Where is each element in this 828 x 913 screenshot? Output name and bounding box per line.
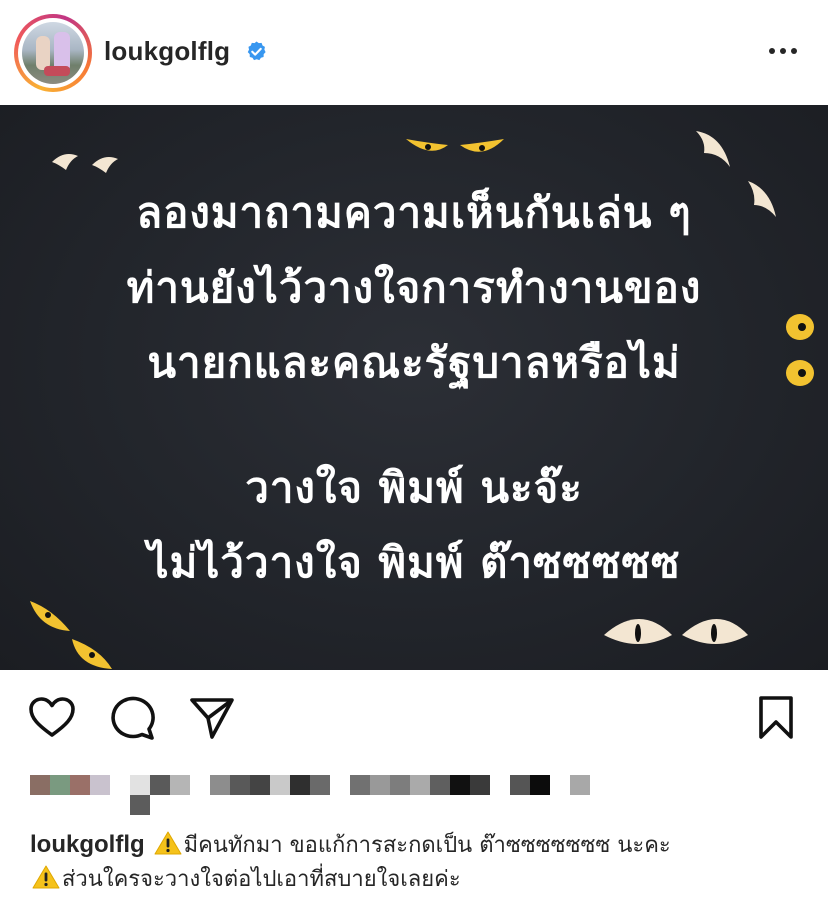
- post-text-line: นายกและคณะรัฐบาลหรือไม่: [147, 338, 681, 387]
- post-header: loukgolflg: [0, 0, 828, 105]
- liked-by-censored[interactable]: [30, 775, 630, 817]
- heart-icon[interactable]: [28, 695, 76, 741]
- caption-username[interactable]: loukgolflg: [30, 831, 145, 858]
- comment-bubble-icon[interactable]: [108, 695, 156, 741]
- caption-text-line1: มีคนทักมา ขอแก้การสะกดเป็น ต๊าซซซซซซซ นะ…: [183, 833, 671, 858]
- verified-badge-icon: [247, 41, 266, 61]
- avatar[interactable]: [22, 22, 84, 84]
- paper-plane-icon[interactable]: [188, 695, 236, 741]
- more-horizontal-icon[interactable]: [766, 38, 800, 64]
- warning-icon: [32, 865, 60, 889]
- caption-text-line2: ส่วนใครจะวางใจต่อไปเอาที่สบายใจเลยค่ะ: [62, 867, 461, 892]
- post-text-line: ท่านยังไว้วางใจการทำงานของ: [126, 263, 702, 312]
- post-username[interactable]: loukgolflg: [104, 36, 230, 67]
- story-ring[interactable]: [14, 14, 92, 92]
- post-image[interactable]: ลองมาถามความเห็นกันเล่น ๆ ท่านยังไว้วางใ…: [0, 105, 828, 670]
- post-caption: loukgolflg มีคนทักมา ขอแก้การสะกดเป็น ต๊…: [30, 828, 810, 897]
- warning-icon: [154, 831, 182, 855]
- action-bar: [0, 670, 828, 765]
- bookmark-icon[interactable]: [752, 695, 800, 741]
- post-text-line: วางใจ พิมพ์ นะจ๊ะ: [245, 463, 583, 512]
- post-text-line: ไม่ไว้วางใจ พิมพ์ ต๊าซซซซซ: [147, 538, 681, 587]
- post-text-line: ลองมาถามความเห็นกันเล่น ๆ: [136, 188, 692, 237]
